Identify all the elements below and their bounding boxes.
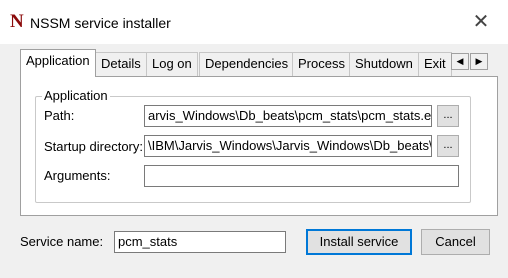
title-bar: N NSSM service installer ✕ xyxy=(0,0,508,44)
tab-shutdown[interactable]: Shutdown xyxy=(349,52,419,76)
tab-details[interactable]: Details xyxy=(95,52,147,76)
close-icon[interactable]: ✕ xyxy=(466,8,496,36)
cancel-button[interactable]: Cancel xyxy=(421,229,490,255)
install-service-button[interactable]: Install service xyxy=(306,229,412,255)
tab-scroll-right-icon[interactable]: ▶ xyxy=(470,53,488,70)
service-name-field[interactable]: pcm_stats xyxy=(114,231,286,253)
tab-application[interactable]: Application xyxy=(20,49,96,77)
arguments-field[interactable] xyxy=(144,165,459,187)
startup-directory-browse-button[interactable]: ... xyxy=(437,135,459,157)
tab-log-on[interactable]: Log on xyxy=(146,52,198,76)
tab-process[interactable]: Process xyxy=(292,52,351,76)
service-name-label: Service name: xyxy=(20,234,104,249)
path-field[interactable]: arvis_Windows\Db_beats\pcm_stats\pcm_sta… xyxy=(144,105,432,127)
window-title: NSSM service installer xyxy=(30,15,171,31)
startup-directory-label: Startup directory: xyxy=(44,139,143,154)
tab-exit[interactable]: Exit xyxy=(418,52,452,76)
path-label: Path: xyxy=(44,108,75,123)
tab-dependencies[interactable]: Dependencies xyxy=(199,52,295,76)
nssm-window: N NSSM service installer ✕ Application D… xyxy=(0,0,508,278)
tab-scroll-left-icon[interactable]: ◀ xyxy=(451,53,469,70)
application-group-label: Application xyxy=(42,88,110,104)
startup-directory-field[interactable]: \IBM\Jarvis_Windows\Jarvis_Windows\Db_be… xyxy=(144,135,432,157)
arguments-label: Arguments: xyxy=(44,168,111,183)
path-browse-button[interactable]: ... xyxy=(437,105,459,127)
nssm-app-icon: N xyxy=(10,11,24,32)
